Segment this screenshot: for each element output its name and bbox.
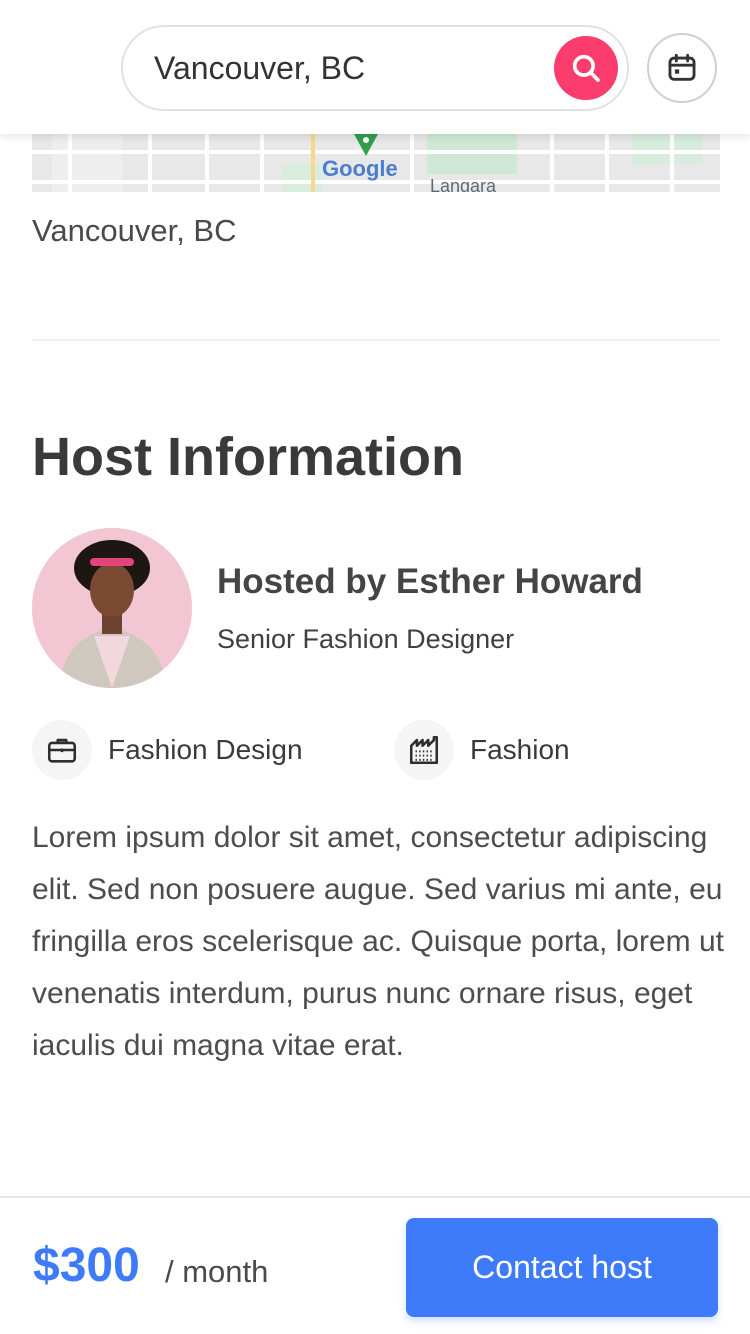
map-brand-label: Google <box>322 156 398 181</box>
host-description: Lorem ipsum dolor sit amet, consectetur … <box>32 821 724 1062</box>
section-title: Host Information <box>32 427 464 487</box>
price-period: / month <box>165 1254 269 1289</box>
divider <box>32 339 720 341</box>
calendar-icon <box>668 53 696 81</box>
location-address: Vancouver, BC <box>32 213 237 248</box>
search-icon <box>572 54 600 82</box>
host-tag-fashion-design: Fashion Design <box>32 720 303 780</box>
host-job-title: Senior Fashion Designer <box>217 624 515 654</box>
search-button[interactable] <box>554 36 618 100</box>
page: Vancouver, BC Google Langara Vancouver, … <box>0 0 750 1334</box>
host-avatar[interactable] <box>32 528 192 688</box>
search-field[interactable]: Vancouver, BC <box>121 25 629 111</box>
contact-host-button[interactable]: Contact host <box>406 1218 718 1317</box>
host-avatar-image <box>32 528 192 688</box>
top-bar: Vancouver, BC <box>0 0 750 134</box>
factory-icon <box>394 720 454 780</box>
map-area-label: Langara <box>430 176 497 192</box>
briefcase-icon <box>32 720 92 780</box>
search-input[interactable]: Vancouver, BC <box>154 27 365 109</box>
price-amount: $300 <box>33 1239 140 1292</box>
booking-bar: $300 / month Contact host <box>0 1196 750 1334</box>
calendar-button[interactable] <box>647 33 717 103</box>
host-name: Hosted by Esther Howard <box>217 562 643 601</box>
tag-label: Fashion <box>470 734 570 765</box>
location-map[interactable]: Google Langara <box>32 134 720 192</box>
tag-label: Fashion Design <box>108 734 303 765</box>
host-tag-fashion: Fashion <box>394 720 570 780</box>
